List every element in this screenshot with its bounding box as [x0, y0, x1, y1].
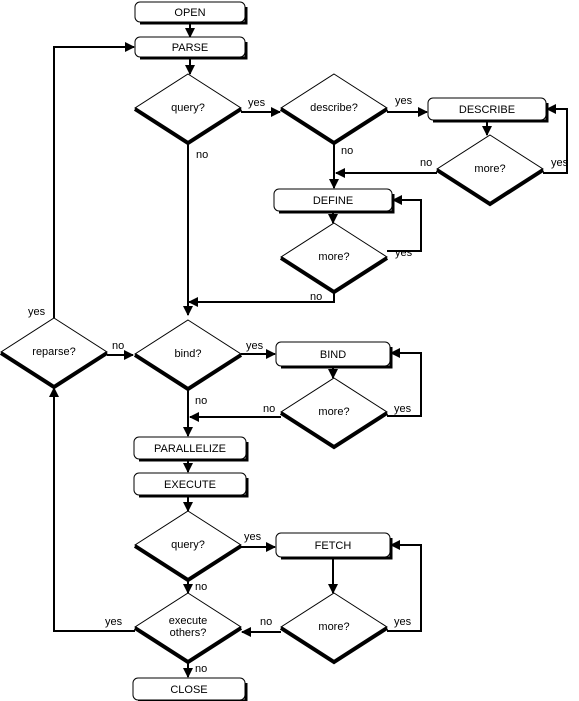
edge-label-reparse-no: no: [112, 340, 124, 352]
edge-label-exec-others-yes: yes: [105, 616, 123, 628]
process-box-describe: DESCRIBE: [427, 97, 549, 123]
process-box-fetch: FETCH: [275, 532, 393, 560]
edge-label-query2-no: no: [195, 581, 207, 593]
process-box-define: DEFINE: [273, 188, 395, 214]
process-label: BIND: [320, 349, 346, 361]
edge-label-describe-no: no: [341, 145, 353, 157]
flowchart: OPEN PARSE DESCRIBE DEFINE BIND PARALLELIZE EX…: [0, 1, 569, 701]
decision-label: query?: [171, 102, 205, 114]
decision-label: bind?: [175, 348, 202, 360]
decision-label: reparse?: [32, 346, 75, 358]
edge-label-more-describe-no: no: [420, 157, 432, 169]
process-label: EXECUTE: [164, 479, 216, 491]
decision-more_fetch: more?: [279, 592, 389, 665]
edge-label-describe-yes: yes: [395, 95, 413, 107]
decision-reparse: reparse?: [0, 317, 109, 390]
decision-label: others?: [170, 627, 207, 639]
edge-label-query1-yes: yes: [248, 97, 266, 109]
decision-more_define: more?: [279, 222, 389, 295]
decision-label: more?: [474, 163, 505, 175]
decision-label: execute: [169, 615, 208, 627]
process-label: OPEN: [174, 7, 205, 19]
edge-label-more-bind-yes: yes: [394, 403, 412, 415]
edge-label-more-define-no: no: [310, 291, 322, 303]
edge-label-reparse-yes: yes: [28, 306, 46, 318]
decision-label: describe?: [310, 102, 358, 114]
decision-describe_q: describe?: [279, 73, 389, 146]
process-label: DESCRIBE: [459, 104, 515, 116]
process-box-open: OPEN: [134, 1, 248, 25]
edge-label-more-describe-yes: yes: [551, 157, 569, 169]
decision-execute_others: executeothers?: [133, 592, 243, 665]
process-box-execute: EXECUTE: [133, 472, 249, 498]
edge-label-bind-no: no: [195, 395, 207, 407]
edge-label-exec-others-no: no: [195, 663, 207, 675]
process-box-bind: BIND: [275, 341, 393, 369]
flow-arrow: [49, 387, 135, 632]
process-label: PARSE: [172, 42, 208, 54]
decision-label: more?: [318, 406, 349, 418]
process-box-close: CLOSE: [132, 677, 248, 701]
decision-more_bind: more?: [279, 377, 389, 450]
edge-label-more-fetch-yes: yes: [394, 616, 412, 628]
process-label: FETCH: [315, 540, 352, 552]
process-label: CLOSE: [170, 684, 207, 696]
decision-label: query?: [171, 539, 205, 551]
process-label: PARALLELIZE: [154, 443, 226, 455]
edge-label-more-define-yes: yes: [395, 247, 413, 259]
process-box-parse: PARSE: [134, 36, 248, 60]
nodes: OPEN PARSE DESCRIBE DEFINE BIND PARALLELIZE EX…: [0, 1, 549, 701]
decision-more_describe: more?: [435, 134, 545, 207]
edge-label-query2-yes: yes: [244, 531, 262, 543]
edge-label-bind-yes: yes: [246, 340, 264, 352]
decision-label: more?: [318, 621, 349, 633]
decision-query1: query?: [133, 73, 243, 146]
process-box-parallelize: PARALLELIZE: [133, 436, 249, 462]
decision-bind_q: bind?: [133, 319, 243, 392]
edge-label-more-fetch-no: no: [260, 616, 272, 628]
edge-label-more-bind-no: no: [263, 403, 275, 415]
edge-label-query1-no: no: [196, 149, 208, 161]
decision-label: more?: [318, 251, 349, 263]
process-label: DEFINE: [313, 195, 353, 207]
decision-query2: query?: [133, 510, 243, 583]
flow-arrow: [53, 42, 135, 318]
